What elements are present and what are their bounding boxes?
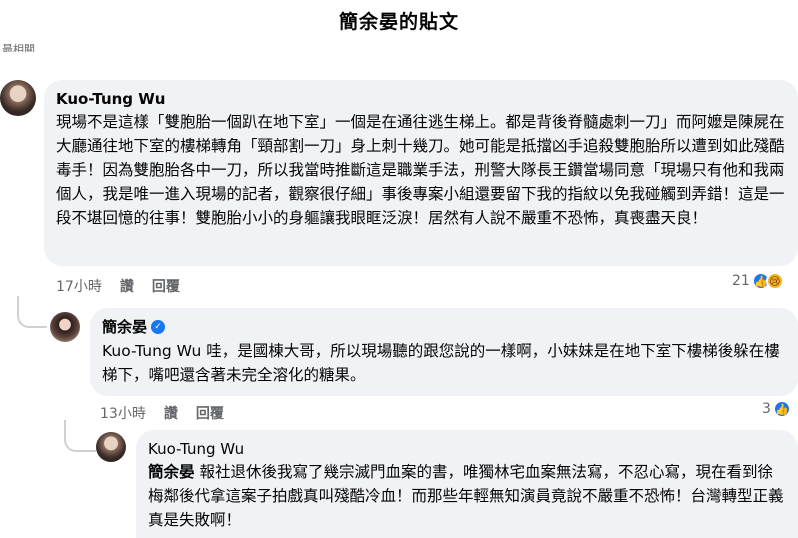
- mention-link[interactable]: Kuo-Tung Wu: [102, 342, 201, 360]
- reaction-summary[interactable]: 21 👍 😢: [732, 272, 784, 290]
- like-button[interactable]: 讚: [120, 276, 134, 296]
- thread-line: [17, 296, 47, 328]
- comment-author[interactable]: Kuo-Tung Wu: [56, 90, 786, 108]
- comment-author[interactable]: 簡余晏: [102, 316, 147, 337]
- avatar[interactable]: [96, 432, 126, 462]
- comment-text: 簡余晏 報社退休後我寫了幾宗滅門血案的書，唯獨林宅血案無法寫，不忍心寫，現在看到…: [148, 460, 788, 532]
- comment-actions: 13小時 讚 回覆: [100, 403, 224, 423]
- post-header: 簡余晏的貼文: [0, 0, 798, 40]
- mention-link[interactable]: 簡余晏: [148, 463, 195, 481]
- avatar[interactable]: [50, 312, 80, 342]
- thread-line: [64, 420, 96, 452]
- comment-author[interactable]: Kuo-Tung Wu: [148, 440, 786, 458]
- page-title: 簡余晏的貼文: [338, 10, 459, 33]
- comment-bubble: Kuo-Tung Wu 現場不是這樣「雙胞胎一個趴在地下室」一個是在通往逃生梯上…: [44, 80, 798, 266]
- comment-body: 哇，是國棟大哥，所以現場聽的跟您說的一樣啊，小妹妹是在地下室下樓梯後躲在樓梯下，…: [102, 342, 780, 384]
- verified-badge-icon: ✓: [151, 319, 166, 334]
- comment-text: 現場不是這樣「雙胞胎一個趴在地下室」一個是在通往逃生梯上。都是背後脊髓處刺一刀」…: [56, 113, 785, 227]
- comment-timestamp[interactable]: 17小時: [56, 276, 102, 296]
- like-button[interactable]: 讚: [164, 403, 178, 423]
- reaction-count: 3: [762, 401, 771, 417]
- thumbs-up-icon: 👍: [772, 400, 791, 418]
- reply-button[interactable]: 回覆: [152, 276, 180, 296]
- sad-face-icon: 😢: [765, 272, 784, 290]
- comment-bubble: Kuo-Tung Wu 簡余晏 報社退休後我寫了幾宗滅門血案的書，唯獨林宅血案無…: [136, 430, 798, 538]
- comment-body: 報社退休後我寫了幾宗滅門血案的書，唯獨林宅血案無法寫，不忍心寫，現在看到徐梅鄰後…: [148, 463, 784, 529]
- reply-button[interactable]: 回覆: [196, 403, 224, 423]
- avatar[interactable]: [0, 80, 36, 116]
- comment-text: Kuo-Tung Wu 哇，是國棟大哥，所以現場聽的跟您說的一樣啊，小妹妹是在地…: [102, 339, 786, 387]
- comment-actions: 17小時 讚 回覆: [56, 276, 180, 296]
- reaction-summary[interactable]: 3 👍: [762, 400, 791, 418]
- sort-filter-label[interactable]: 最相關: [2, 40, 35, 52]
- comment-bubble: 簡余晏 ✓ Kuo-Tung Wu 哇，是國棟大哥，所以現場聽的跟您說的一樣啊，…: [90, 308, 798, 396]
- comment-timestamp[interactable]: 13小時: [100, 403, 146, 423]
- reaction-count: 21: [732, 273, 750, 289]
- comment-author-row: 簡余晏 ✓: [102, 316, 786, 337]
